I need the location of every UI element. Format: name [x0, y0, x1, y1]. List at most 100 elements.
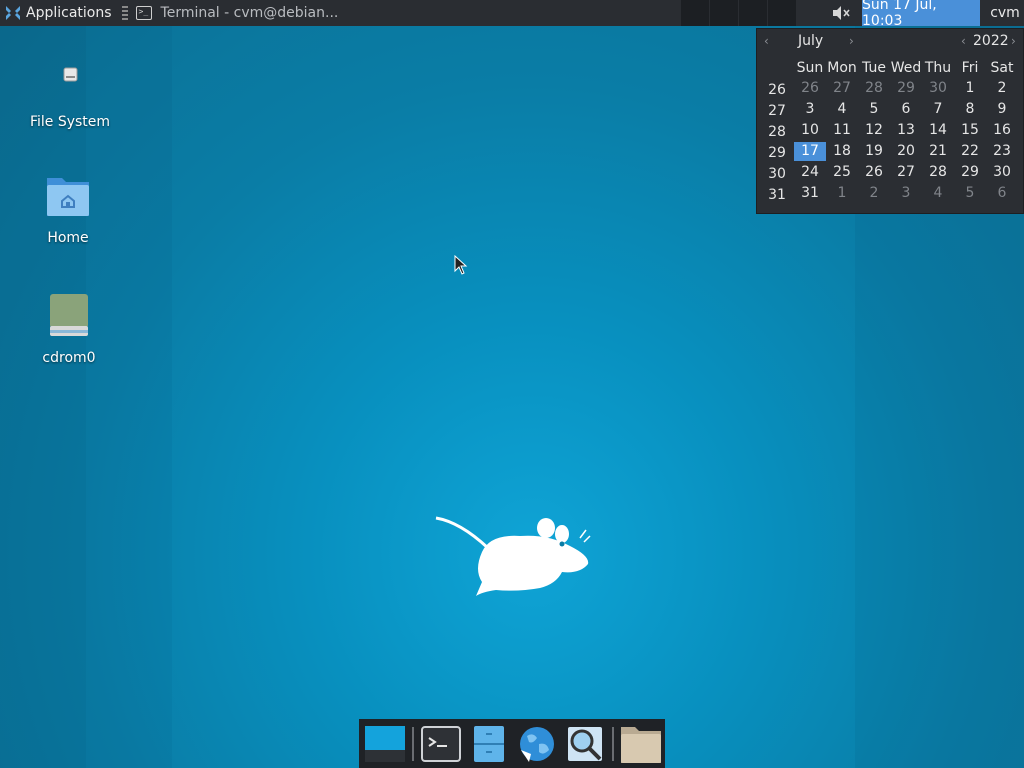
workspace-3[interactable] — [739, 0, 768, 26]
calendar-day[interactable]: 28 — [858, 79, 890, 98]
calendar-week-number: 31 — [768, 187, 786, 203]
calendar-day[interactable]: 7 — [922, 100, 954, 119]
calendar-week-number: 27 — [768, 103, 786, 119]
calendar-day[interactable]: 8 — [954, 100, 986, 119]
volume-button[interactable] — [826, 0, 856, 26]
calendar-year: 2022 — [973, 33, 1009, 49]
calendar-day[interactable]: 28 — [922, 163, 954, 182]
wallpaper-band — [86, 26, 172, 768]
prev-month-icon[interactable]: ‹ — [764, 34, 769, 48]
calendar-day[interactable]: 30 — [922, 79, 954, 98]
calendar-week-number: 26 — [768, 82, 786, 98]
bottom-dock — [359, 719, 665, 768]
calendar-day[interactable]: 1 — [954, 79, 986, 98]
calendar-day[interactable]: 11 — [826, 121, 858, 140]
volume-muted-icon — [833, 6, 850, 20]
calendar-day[interactable]: 19 — [858, 142, 890, 161]
cdrom-icon — [50, 294, 88, 336]
calendar-day[interactable]: 12 — [858, 121, 890, 140]
calendar-day[interactable]: 4 — [922, 184, 954, 203]
calendar-weekday: Wed — [890, 60, 922, 76]
terminal-icon: >_ — [135, 6, 152, 20]
calendar-day[interactable]: 13 — [890, 121, 922, 140]
show-desktop-icon — [365, 725, 405, 762]
calendar-day[interactable]: 18 — [826, 142, 858, 161]
calendar-popup: ‹ July › ‹ 2022 › Sun Mon Tue Wed Thu Fri Sat 2… — [756, 28, 1024, 214]
calendar-day[interactable]: 27 — [890, 163, 922, 182]
calendar-day[interactable]: 16 — [986, 121, 1018, 140]
calendar-weekday: Fri — [961, 60, 979, 76]
calendar-day[interactable]: 4 — [826, 100, 858, 119]
calendar-day[interactable]: 5 — [954, 184, 986, 203]
calendar-day[interactable]: 3 — [794, 100, 826, 119]
top-panel: Applications >_ Terminal - cvm@debian...… — [0, 0, 1024, 29]
web-browser-icon — [520, 726, 554, 762]
desktop-icon-label: Home — [47, 230, 89, 246]
next-month-icon[interactable]: › — [849, 34, 854, 48]
user-menu-button[interactable]: cvm — [986, 0, 1024, 26]
calendar-day[interactable]: 26 — [794, 79, 826, 98]
dock-folder[interactable] — [619, 722, 663, 766]
desktop-icon-home[interactable]: Home — [8, 172, 128, 246]
calendar-day[interactable]: 1 — [826, 184, 858, 203]
calendar-day[interactable]: 15 — [954, 121, 986, 140]
calendar-day-today[interactable]: 17 — [794, 142, 826, 161]
terminal-icon — [421, 725, 461, 762]
calendar-day[interactable]: 5 — [858, 100, 890, 119]
calendar-weekday: Sat — [990, 60, 1014, 76]
calendar-day[interactable]: 3 — [890, 184, 922, 203]
calendar-day[interactable]: 20 — [890, 142, 922, 161]
calendar-weekday: Thu — [924, 60, 952, 76]
calendar-day[interactable]: 31 — [794, 184, 826, 203]
workspace-2[interactable] — [710, 0, 739, 26]
calendar-day[interactable]: 22 — [954, 142, 986, 161]
calendar-day[interactable]: 23 — [986, 142, 1018, 161]
calendar-day[interactable]: 26 — [858, 163, 890, 182]
calendar-day[interactable]: 6 — [890, 100, 922, 119]
calendar-month: July — [798, 33, 824, 49]
workspace-4[interactable] — [768, 0, 797, 26]
dock-app-finder[interactable] — [563, 722, 607, 766]
next-year-icon[interactable]: › — [1011, 34, 1016, 48]
calendar-day[interactable]: 9 — [986, 100, 1018, 119]
calendar-day[interactable]: 29 — [954, 163, 986, 182]
file-manager-icon — [474, 725, 504, 762]
dock-separator — [612, 726, 614, 761]
xfce-logo-icon — [6, 6, 20, 20]
workspace-switcher[interactable] — [681, 0, 797, 26]
taskbar-window-terminal[interactable]: >_ Terminal - cvm@debian... — [134, 0, 347, 26]
calendar-day[interactable]: 6 — [986, 184, 1018, 203]
calendar-day[interactable]: 2 — [858, 184, 890, 203]
calendar-week-number: 28 — [768, 124, 786, 140]
calendar-week-row: 28 10 11 12 13 14 15 16 — [757, 121, 1024, 142]
desktop-icon-label: File System — [29, 114, 111, 130]
calendar-header: ‹ July › ‹ 2022 › — [757, 29, 1023, 55]
calendar-weekday: Tue — [862, 60, 886, 76]
clock-button[interactable]: Sun 17 Jul, 10:03 — [862, 0, 980, 29]
calendar-week-row: 29 17 18 19 20 21 22 23 — [757, 142, 1024, 163]
desktop-icon-file-system[interactable]: File System — [10, 64, 130, 130]
calendar-day[interactable]: 2 — [986, 79, 1018, 98]
calendar-day[interactable]: 25 — [826, 163, 858, 182]
app-finder-icon — [568, 726, 602, 761]
prev-year-icon[interactable]: ‹ — [961, 34, 966, 48]
mouse-pointer-icon — [454, 255, 468, 275]
workspace-1[interactable] — [681, 0, 710, 26]
calendar-week-row: 31 31 1 2 3 4 5 6 — [757, 184, 1024, 205]
dock-terminal[interactable] — [419, 722, 463, 766]
calendar-weekday: Mon — [827, 60, 857, 76]
dock-web-browser[interactable] — [515, 722, 559, 766]
dock-show-desktop[interactable] — [363, 722, 407, 766]
calendar-day[interactable]: 30 — [986, 163, 1018, 182]
applications-label: Applications — [26, 5, 112, 21]
calendar-day[interactable]: 29 — [890, 79, 922, 98]
desktop-icon-cdrom0[interactable]: cdrom0 — [9, 292, 129, 366]
calendar-weekday-header: Sun Mon Tue Wed Thu Fri Sat — [757, 59, 1024, 80]
calendar-day[interactable]: 24 — [794, 163, 826, 182]
calendar-day[interactable]: 10 — [794, 121, 826, 140]
dock-file-manager[interactable] — [467, 722, 511, 766]
calendar-day[interactable]: 14 — [922, 121, 954, 140]
calendar-day[interactable]: 21 — [922, 142, 954, 161]
calendar-day[interactable]: 27 — [826, 79, 858, 98]
applications-menu-button[interactable]: Applications — [0, 0, 118, 26]
